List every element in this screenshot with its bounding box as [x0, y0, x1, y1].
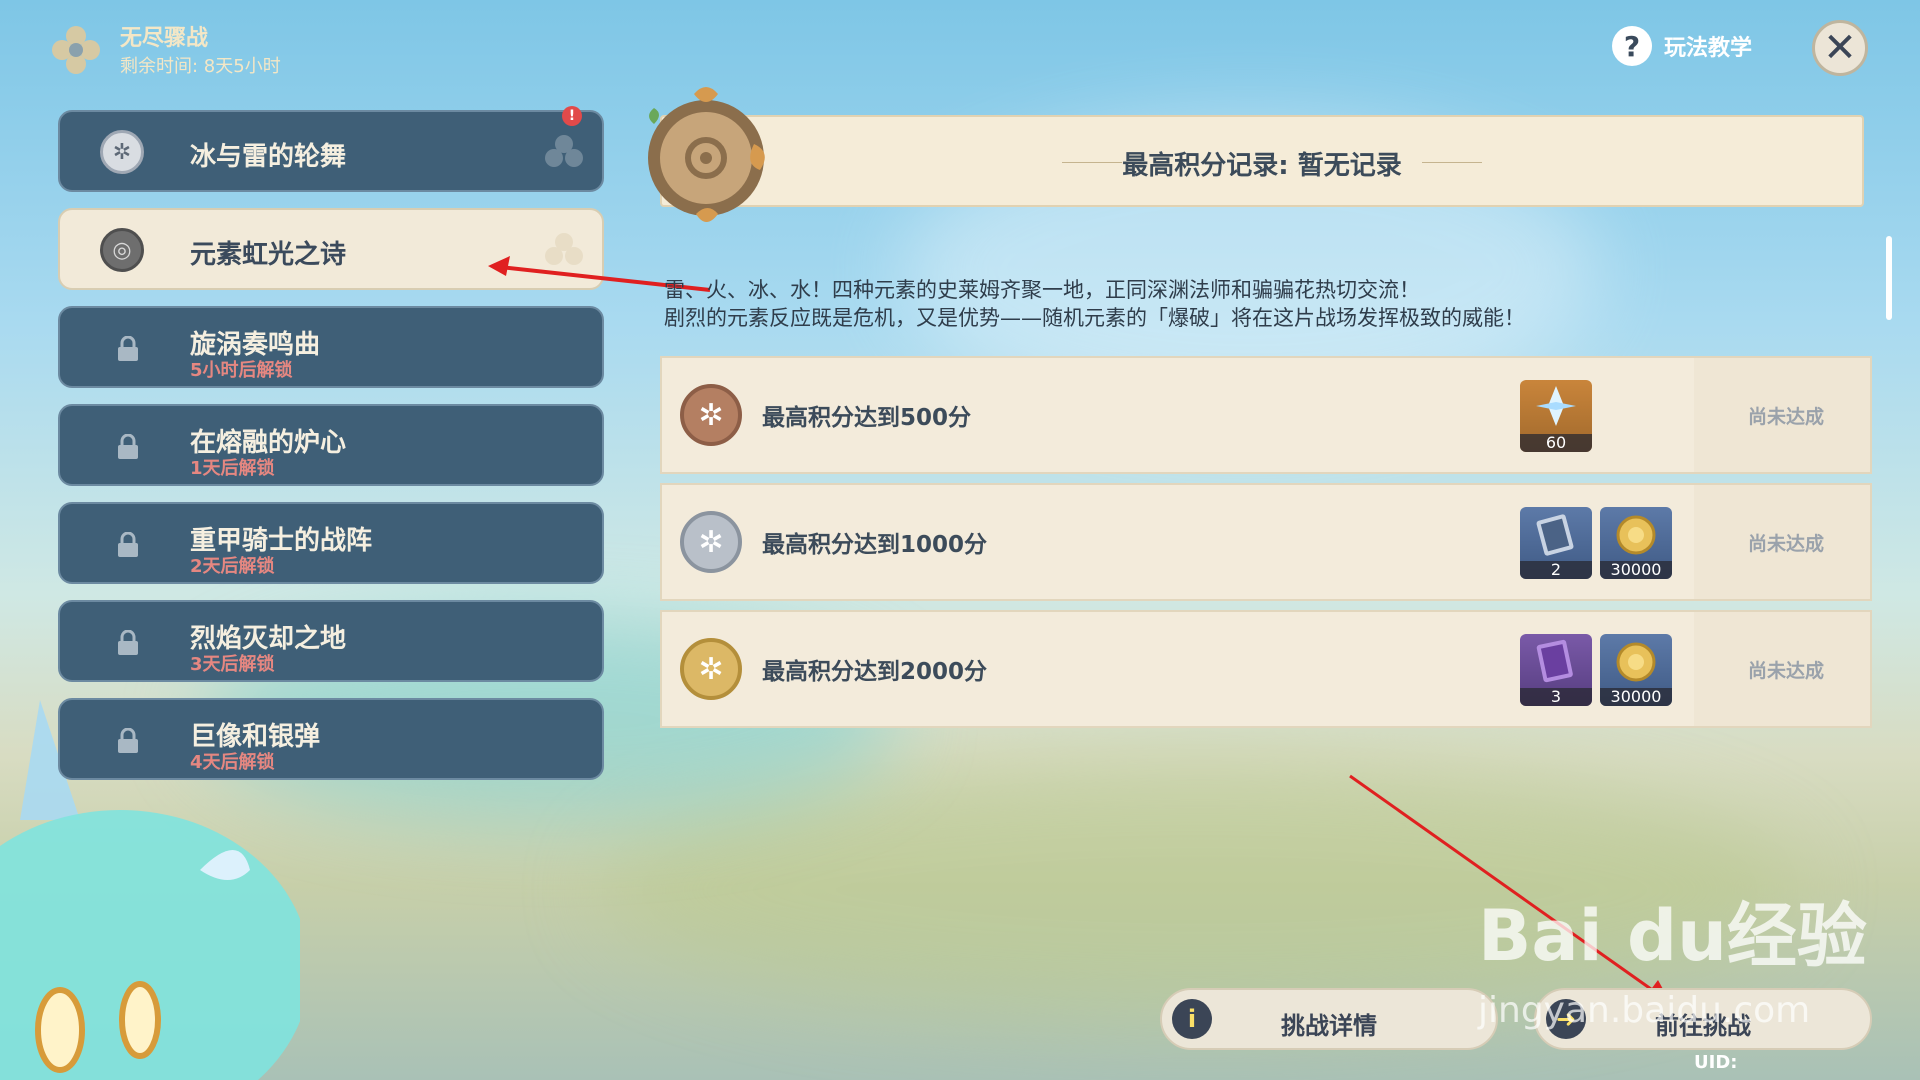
level-item-locked-2[interactable]: 在熔融的炉心 1天后解锁	[58, 404, 604, 486]
question-icon: ?	[1612, 26, 1652, 66]
dark-medal-icon: ◎	[100, 228, 144, 272]
description-scrollbar[interactable]	[1886, 236, 1892, 320]
challenge-details-button[interactable]: i 挑战详情	[1160, 988, 1498, 1050]
description-line-2: 剧烈的元素反应既是危机，又是优势——随机元素的「爆破」将在这片战场发挥极致的威能…	[664, 306, 1525, 330]
goal-status-area: 尚未达成	[1694, 612, 1870, 726]
challenge-details-label: 挑战详情	[1281, 1012, 1377, 1040]
silver-medal-icon: ✲	[100, 130, 144, 174]
level-name: 冰与雷的轮舞	[190, 142, 347, 172]
goal-status: 尚未达成	[1747, 406, 1824, 428]
goal-label: 最高积分达到2000分	[762, 659, 988, 685]
challenge-description: 雷、火、冰、水！四种元素的史莱姆齐聚一地，正同深渊法师和骗骗花热切交流！ 剧烈的…	[664, 276, 1854, 332]
lock-icon	[118, 728, 138, 753]
reward-primogem[interactable]: 60	[1520, 380, 1592, 452]
close-button[interactable]: ✕	[1812, 20, 1868, 76]
reward-quantity: 2	[1520, 561, 1592, 579]
level-item-locked-3[interactable]: 重甲骑士的战阵 2天后解锁	[58, 502, 604, 584]
reward-quantity: 60	[1520, 434, 1592, 452]
book-icon	[1536, 639, 1573, 683]
unlock-countdown: 5小时后解锁	[190, 360, 293, 381]
level-name: 元素虹光之诗	[190, 240, 347, 270]
reward-quantity: 3	[1520, 688, 1592, 706]
unlock-countdown: 3天后解锁	[190, 654, 275, 675]
level-list: ✲ 冰与雷的轮舞 ! ◎ 元素虹光之诗 旋涡奏鸣曲 5小时后解锁 在熔融的炉心 …	[58, 106, 604, 796]
high-score-banner: 最高积分记录: 暂无记录	[660, 115, 1864, 207]
lock-icon	[118, 434, 138, 459]
unlock-countdown: 2天后解锁	[190, 556, 275, 577]
goal-label: 最高积分达到500分	[762, 405, 972, 431]
lock-icon	[118, 532, 138, 557]
bronze-medal-icon: ✲	[680, 384, 742, 446]
event-flower-icon	[52, 26, 100, 74]
goal-status-area: 尚未达成	[1694, 485, 1870, 599]
goal-row-1000: ✲ 最高积分达到1000分 2 30000 尚未达成	[660, 483, 1872, 601]
reward-quantity: 30000	[1600, 688, 1672, 706]
unlock-countdown: 1天后解锁	[190, 458, 275, 479]
silver-medal-icon: ✲	[680, 511, 742, 573]
new-alert-badge: !	[562, 106, 582, 126]
lock-icon	[118, 336, 138, 361]
clover-deco-icon	[545, 135, 583, 167]
reward-purple-book[interactable]: 3	[1520, 634, 1592, 706]
baidu-watermark-url: jingyan.baidu.com	[1478, 990, 1811, 1031]
book-icon	[1536, 514, 1574, 556]
primogem-icon	[1536, 386, 1576, 426]
uid-label: UID:	[1694, 1052, 1738, 1073]
level-item-locked-1[interactable]: 旋涡奏鸣曲 5小时后解锁	[58, 306, 604, 388]
unlock-countdown: 4天后解锁	[190, 752, 275, 773]
level-item-locked-4[interactable]: 烈焰灭却之地 3天后解锁	[58, 600, 604, 682]
event-remaining-time: 剩余时间: 8天5小时	[120, 56, 281, 77]
mora-coin-icon	[1616, 515, 1656, 555]
gold-medal-icon: ✲	[680, 638, 742, 700]
reward-heros-wit[interactable]: 2	[1520, 507, 1592, 579]
level-item-ice-thunder[interactable]: ✲ 冰与雷的轮舞 !	[58, 106, 604, 192]
goal-row-2000: ✲ 最高积分达到2000分 3 30000 尚未达成	[660, 610, 1872, 728]
close-icon: ✕	[1823, 25, 1857, 71]
reward-mora[interactable]: 30000	[1600, 507, 1672, 579]
reward-quantity: 30000	[1600, 561, 1672, 579]
high-score-text: 最高积分记录: 暂无记录	[1122, 151, 1402, 181]
gameplay-tutorial-button[interactable]: ? 玩法教学	[1612, 26, 1752, 66]
goal-status: 尚未达成	[1747, 533, 1824, 555]
goal-label: 最高积分达到1000分	[762, 532, 988, 558]
lock-icon	[118, 630, 138, 655]
goal-status-area: 尚未达成	[1694, 358, 1870, 472]
level-item-locked-5[interactable]: 巨像和银弹 4天后解锁	[58, 698, 604, 780]
event-title: 无尽骤战	[120, 26, 209, 51]
goal-row-500: ✲ 最高积分达到500分 60 尚未达成	[660, 356, 1872, 474]
baidu-watermark: Bai du经验	[1478, 895, 1867, 977]
reward-mora[interactable]: 30000	[1600, 634, 1672, 706]
wooden-shield-icon	[648, 87, 765, 222]
description-line-1: 雷、火、冰、水！四种元素的史莱姆齐聚一地，正同深渊法师和骗骗花热切交流！	[664, 278, 1420, 302]
goal-status: 尚未达成	[1747, 660, 1824, 682]
divider	[1422, 162, 1482, 163]
mora-coin-icon	[1616, 642, 1656, 682]
gameplay-tutorial-label: 玩法教学	[1664, 36, 1753, 61]
